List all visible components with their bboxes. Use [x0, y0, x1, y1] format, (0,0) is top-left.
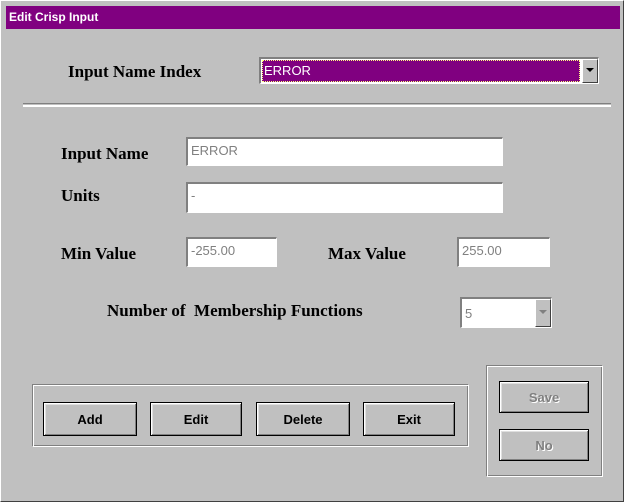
- edit-button[interactable]: Edit: [150, 402, 242, 436]
- chevron-down-icon: [586, 68, 594, 72]
- input-name-index-value: ERROR: [262, 60, 580, 82]
- num-membership-functions-value: 5: [465, 306, 473, 321]
- edit-crisp-input-dialog: Edit Crisp Input Input Name Index ERROR …: [0, 0, 624, 502]
- exit-button[interactable]: Exit: [363, 402, 455, 436]
- num-membership-functions-dropdown[interactable]: 5: [460, 297, 552, 328]
- max-value-label: Max Value: [328, 244, 406, 263]
- input-name-field[interactable]: ERROR: [186, 137, 503, 166]
- input-name-index-dropdown[interactable]: ERROR: [259, 57, 599, 84]
- add-button[interactable]: Add: [43, 402, 137, 436]
- num-membership-functions-label: Number of Membership Functions: [107, 301, 363, 320]
- window-title: Edit Crisp Input: [6, 6, 620, 29]
- dropdown-arrow-button[interactable]: [535, 299, 551, 327]
- chevron-down-icon: [539, 310, 547, 314]
- max-value-field[interactable]: 255.00: [457, 237, 550, 267]
- separator: [23, 103, 611, 107]
- input-name-index-label: Input Name Index: [68, 62, 202, 81]
- dropdown-arrow-button[interactable]: [582, 59, 598, 83]
- min-value-field[interactable]: -255.00: [186, 237, 277, 267]
- units-label: Units: [61, 186, 100, 205]
- input-name-label: Input Name: [61, 144, 149, 163]
- min-value-label: Min Value: [61, 244, 137, 263]
- no-button[interactable]: No: [499, 429, 589, 461]
- delete-button[interactable]: Delete: [256, 402, 350, 436]
- units-field[interactable]: -: [186, 182, 503, 213]
- save-button[interactable]: Save: [499, 381, 589, 413]
